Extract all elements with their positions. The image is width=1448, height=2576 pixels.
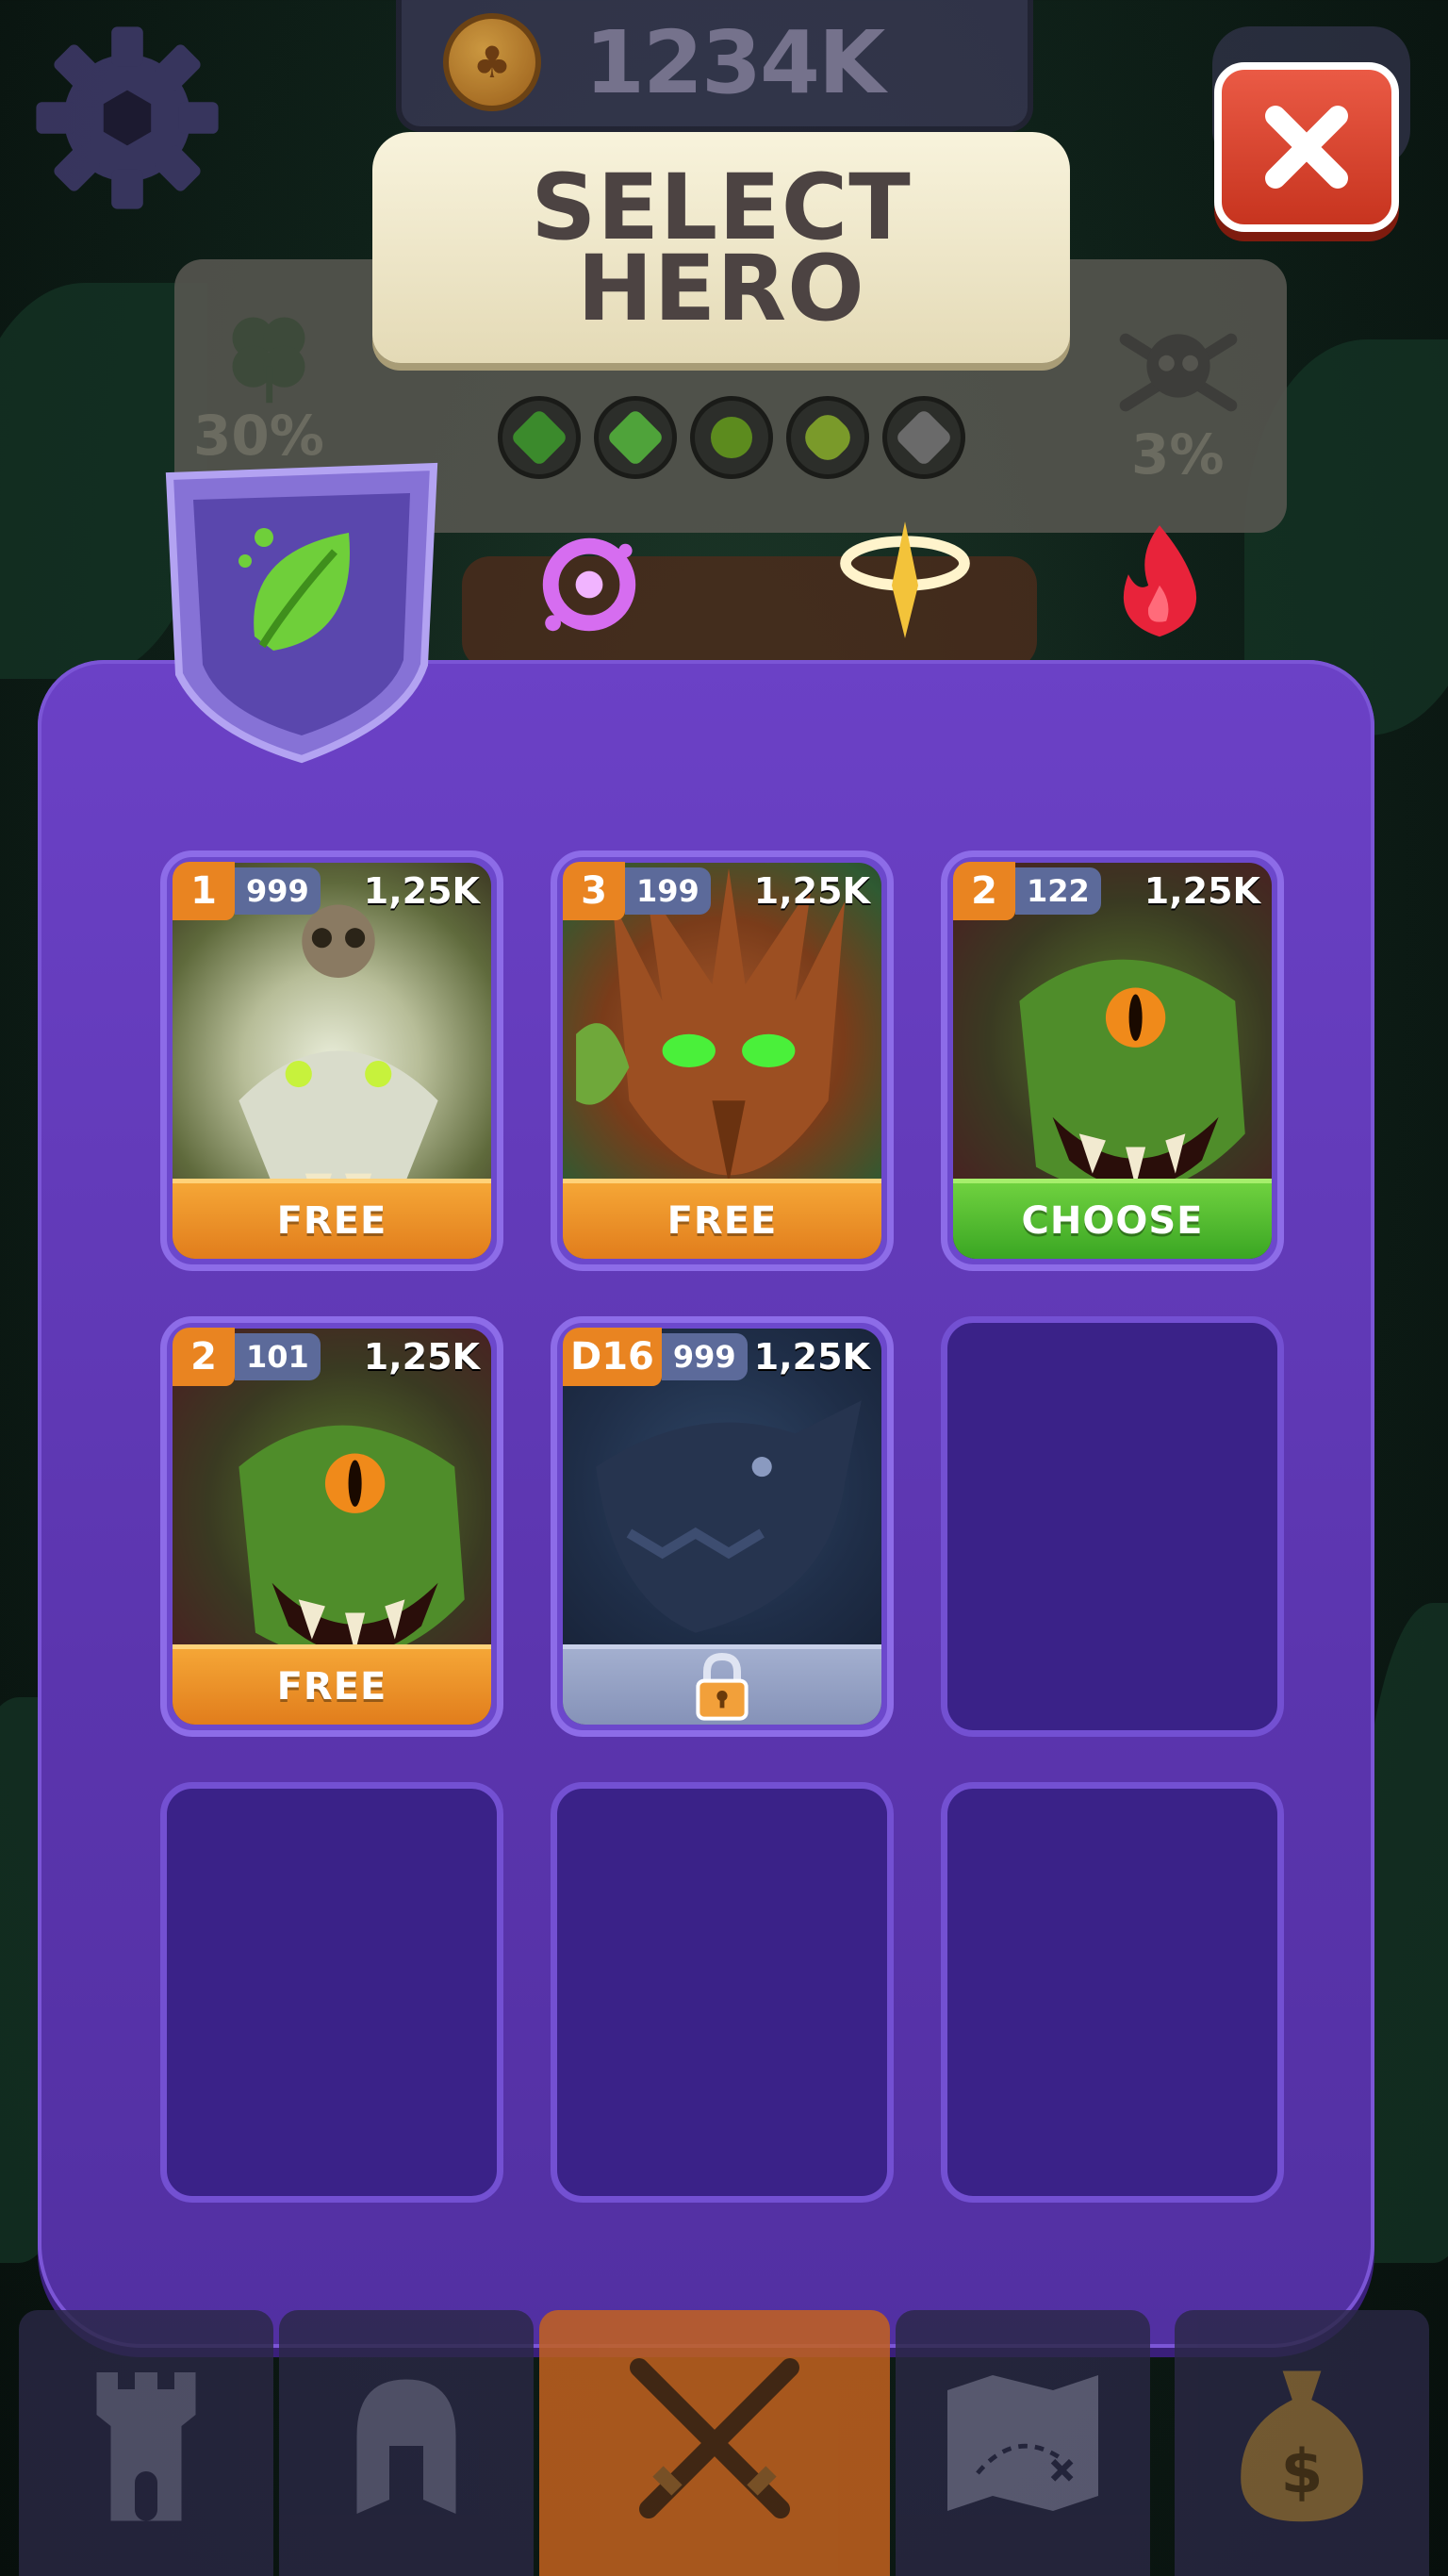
slime-icon [786, 396, 869, 479]
hero-price: 1,25K [363, 870, 480, 912]
title-banner: SELECT HERO [372, 132, 1070, 363]
hero-count: 999 [235, 867, 321, 915]
title-line-2: HERO [577, 235, 865, 341]
hero-level: 2 [173, 1328, 235, 1386]
hero-count: 199 [625, 867, 711, 915]
choose-button[interactable]: CHOOSE [953, 1179, 1272, 1259]
crossed-swords-icon [630, 2358, 799, 2518]
hero-level: 2 [953, 862, 1015, 920]
empty-hero-slot [160, 1782, 503, 2203]
svg-text:$: $ [1281, 2437, 1324, 2508]
coin-count: 1234K [584, 12, 885, 113]
tab-light[interactable] [839, 521, 971, 638]
nav-battle[interactable] [539, 2310, 890, 2576]
free-button[interactable]: FREE [173, 1644, 491, 1725]
tab-arcane[interactable] [533, 528, 646, 641]
hero-price: 1,25K [363, 1336, 480, 1378]
rock-icon [882, 396, 965, 479]
nav-castle[interactable] [19, 2310, 273, 2576]
hero-level: 3 [563, 862, 625, 920]
clover-icon [203, 302, 335, 405]
free-button[interactable]: FREE [563, 1179, 881, 1259]
hero-count: 122 [1015, 867, 1101, 915]
reward-gems [498, 396, 965, 479]
hero-price: 1,25K [753, 870, 870, 912]
settings-gear-icon[interactable] [28, 19, 226, 217]
hero-card[interactable]: 2 122 1,25K CHOOSE [941, 850, 1284, 1271]
locked-button [563, 1644, 881, 1725]
hero-card[interactable]: 2 101 1,25K FREE [160, 1316, 503, 1737]
death-percent: 3% [1131, 422, 1225, 487]
skull-icon [1112, 311, 1244, 434]
hero-card-locked[interactable]: D16 999 1,25K [551, 1316, 894, 1737]
nav-shop[interactable]: $ [1175, 2310, 1429, 2576]
potion-icon [690, 396, 773, 479]
helmet-icon [356, 2379, 456, 2514]
nav-map[interactable] [896, 2310, 1150, 2576]
light-halo-icon [840, 521, 970, 638]
padlock-icon [696, 1652, 749, 1721]
hero-level: D16 [563, 1328, 662, 1386]
hero-price: 1,25K [753, 1336, 870, 1378]
tower-icon [96, 2372, 196, 2521]
green-shard-icon [594, 396, 677, 479]
hero-count: 999 [661, 1333, 748, 1380]
coin-icon: ♣ [443, 13, 541, 111]
money-bag-icon: $ [1241, 2370, 1363, 2522]
nav-heroes[interactable] [279, 2310, 534, 2576]
green-crystal-icon [498, 396, 581, 479]
close-icon [1265, 106, 1348, 189]
hero-price: 1,25K [1144, 870, 1260, 912]
empty-hero-slot [941, 1782, 1284, 2203]
hero-level: 1 [173, 862, 235, 920]
empty-hero-slot [551, 1782, 894, 2203]
hero-card[interactable]: 3 199 1,25K FREE [551, 850, 894, 1271]
empty-hero-slot [941, 1316, 1284, 1737]
tab-nature[interactable] [151, 448, 452, 768]
close-button[interactable] [1214, 62, 1399, 232]
treasure-map-icon [947, 2375, 1098, 2511]
arcane-swirl-icon [542, 537, 636, 632]
flame-icon [1123, 525, 1197, 637]
hero-card[interactable]: 1 999 1,25K FREE [160, 850, 503, 1271]
tab-fire[interactable] [1103, 523, 1216, 637]
hero-count: 101 [235, 1333, 321, 1380]
free-button[interactable]: FREE [173, 1179, 491, 1259]
